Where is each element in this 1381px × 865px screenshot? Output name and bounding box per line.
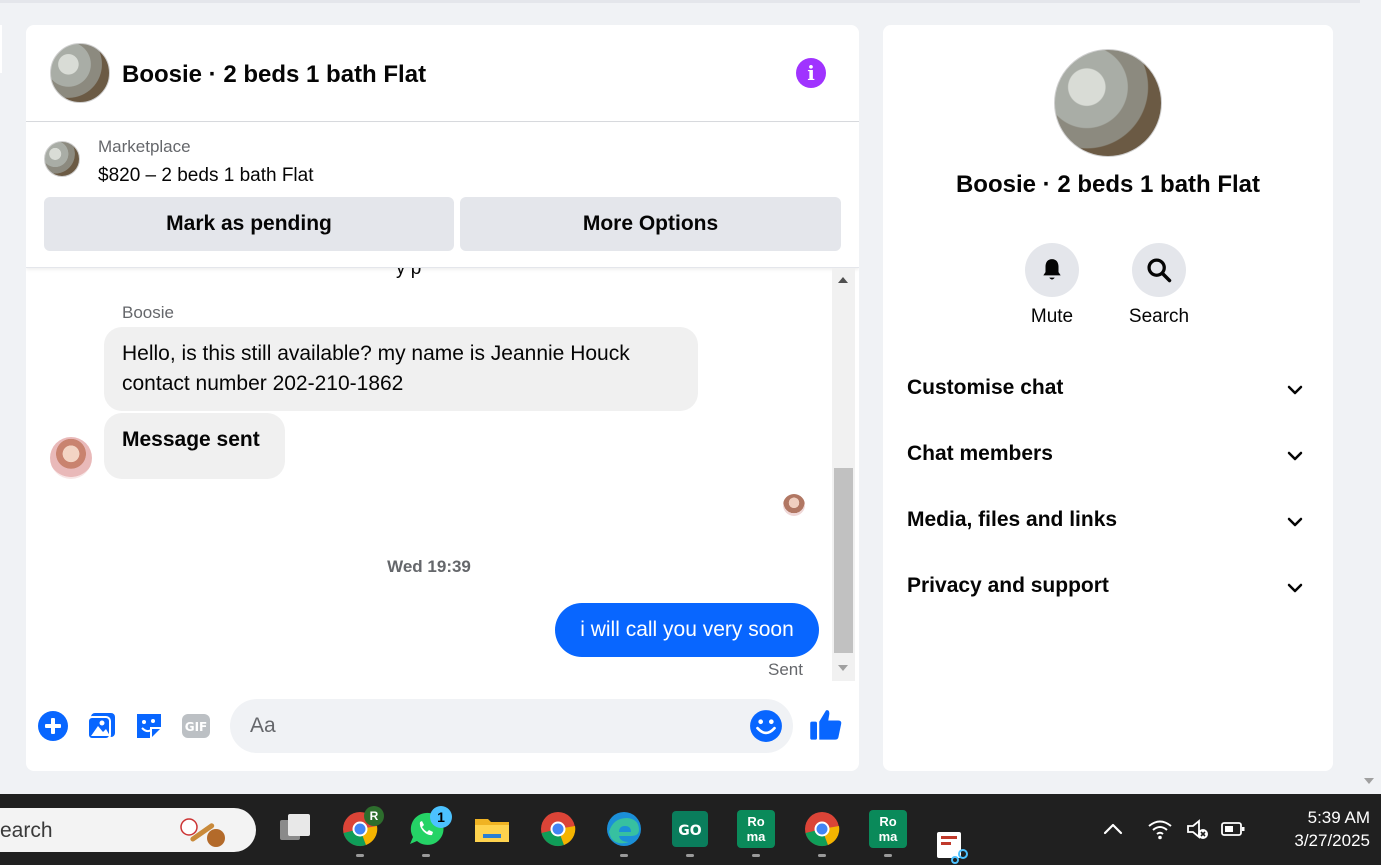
running-indicator [422, 854, 430, 857]
listing-thumbnail[interactable] [44, 141, 80, 177]
composer: GIF [26, 697, 859, 757]
mark-as-pending-button[interactable]: Mark as pending [44, 197, 454, 251]
goto-app-icon[interactable]: GO [671, 810, 709, 848]
sender-name: Boosie [122, 303, 174, 322]
message-timestamp: Wed 19:39 [387, 557, 471, 576]
section-label: Media, files and links [907, 508, 1118, 531]
section-label: Chat members [907, 442, 1053, 465]
clock-time: 5:39 AM [1307, 808, 1370, 827]
page-scroll-down-arrow[interactable] [1364, 778, 1374, 784]
chat-panel: Boosie · 2 beds 1 bath Flat i Marketplac… [26, 25, 859, 771]
message-input[interactable] [230, 699, 793, 753]
incoming-message[interactable]: Message sent [104, 413, 285, 479]
incoming-message[interactable]: Hello, is this still available? my name … [104, 327, 698, 411]
task-view-icon[interactable] [276, 810, 314, 848]
chrome-profile-badge: R [364, 806, 384, 826]
clipped-message: y p [396, 268, 422, 279]
message-scrollbar[interactable] [832, 268, 855, 681]
chevron-down-icon [1287, 517, 1303, 527]
roma-label: ma [746, 829, 766, 844]
chrome-icon[interactable] [803, 810, 841, 848]
sticker-icon[interactable] [133, 710, 165, 742]
system-clock[interactable]: 5:39 AM 3/27/2025 [1250, 806, 1370, 852]
plus-circle-icon[interactable] [37, 710, 69, 742]
chrome-icon[interactable] [539, 810, 577, 848]
svg-text:GO: GO [678, 823, 701, 839]
chevron-down-icon [1287, 451, 1303, 461]
baseball-decoration-icon [180, 818, 225, 847]
conversation-info-panel: Boosie · 2 beds 1 bath Flat Mute Search … [883, 25, 1333, 771]
wifi-icon[interactable] [1147, 816, 1173, 842]
gif-icon[interactable]: GIF [180, 710, 212, 742]
battery-icon[interactable] [1220, 816, 1246, 842]
taskbar-search-text: earch [0, 819, 53, 842]
chevron-down-icon [1287, 583, 1303, 593]
info-avatar[interactable] [1054, 49, 1162, 157]
section-privacy-support[interactable]: Privacy and support [883, 566, 1333, 606]
info-title: Boosie · 2 beds 1 bath Flat [955, 171, 1261, 198]
read-receipt-avatar [783, 494, 805, 516]
search-button[interactable] [1132, 243, 1186, 297]
marketplace-banner: Marketplace $820 – 2 beds 1 bath Flat Ma… [26, 123, 859, 268]
sent-status: Sent [768, 660, 803, 679]
bell-icon [1043, 259, 1061, 280]
snipping-tool-icon[interactable] [935, 830, 971, 864]
chevron-up-icon[interactable] [1100, 816, 1126, 842]
section-media-files-links[interactable]: Media, files and links [883, 500, 1333, 540]
taskbar-search[interactable]: earch [0, 808, 256, 852]
section-customise-chat[interactable]: Customise chat [883, 368, 1333, 408]
emoji-icon[interactable] [749, 709, 783, 743]
roma-label: ma [878, 829, 898, 844]
scroll-up-arrow[interactable] [838, 277, 848, 283]
more-options-button[interactable]: More Options [460, 197, 841, 251]
scroll-thumb[interactable] [834, 468, 853, 653]
running-indicator [356, 854, 364, 857]
top-divider [0, 0, 1360, 3]
info-icon[interactable]: i [796, 58, 826, 88]
edge-icon[interactable] [605, 810, 643, 848]
roma-app-icon[interactable]: Ro ma [869, 810, 907, 848]
message-list: y p Boosie Hello, is this still availabl… [26, 268, 832, 683]
roma-app-icon[interactable]: Ro ma [737, 810, 775, 848]
marketplace-label: Marketplace [98, 137, 191, 156]
taskbar: earch R 1 GO Ro ma Ro ma 5:39 AM 3/27/20… [0, 794, 1381, 865]
running-indicator [884, 854, 892, 857]
section-label: Customise chat [907, 376, 1064, 399]
photo-icon[interactable] [86, 710, 118, 742]
chat-header: Boosie · 2 beds 1 bath Flat i [26, 25, 859, 122]
outgoing-message[interactable]: i will call you very soon [555, 603, 819, 657]
search-icon [1147, 258, 1172, 283]
svg-text:GIF: GIF [185, 720, 208, 734]
roma-label: Ro [747, 814, 765, 829]
file-explorer-icon[interactable] [473, 810, 511, 848]
chevron-down-icon [1287, 385, 1303, 395]
running-indicator [818, 854, 826, 857]
search-label: Search [1128, 306, 1190, 327]
whatsapp-badge: 1 [430, 806, 452, 828]
section-chat-members[interactable]: Chat members [883, 434, 1333, 474]
listing-price[interactable]: $820 – 2 beds 1 bath Flat [98, 165, 314, 187]
left-edge [0, 25, 2, 73]
section-label: Privacy and support [907, 574, 1109, 597]
thumbs-up-icon[interactable] [808, 707, 844, 743]
roma-label: Ro [879, 814, 897, 829]
running-indicator [686, 854, 694, 857]
volume-muted-icon[interactable] [1185, 816, 1211, 842]
running-indicator [752, 854, 760, 857]
chat-title[interactable]: Boosie · 2 beds 1 bath Flat [122, 61, 426, 89]
clock-date: 3/27/2025 [1294, 831, 1370, 850]
scroll-down-arrow[interactable] [838, 665, 848, 671]
mute-button[interactable] [1025, 243, 1079, 297]
running-indicator [620, 854, 628, 857]
sender-avatar[interactable] [50, 437, 92, 479]
mute-label: Mute [1030, 306, 1074, 327]
listing-avatar[interactable] [50, 43, 110, 103]
